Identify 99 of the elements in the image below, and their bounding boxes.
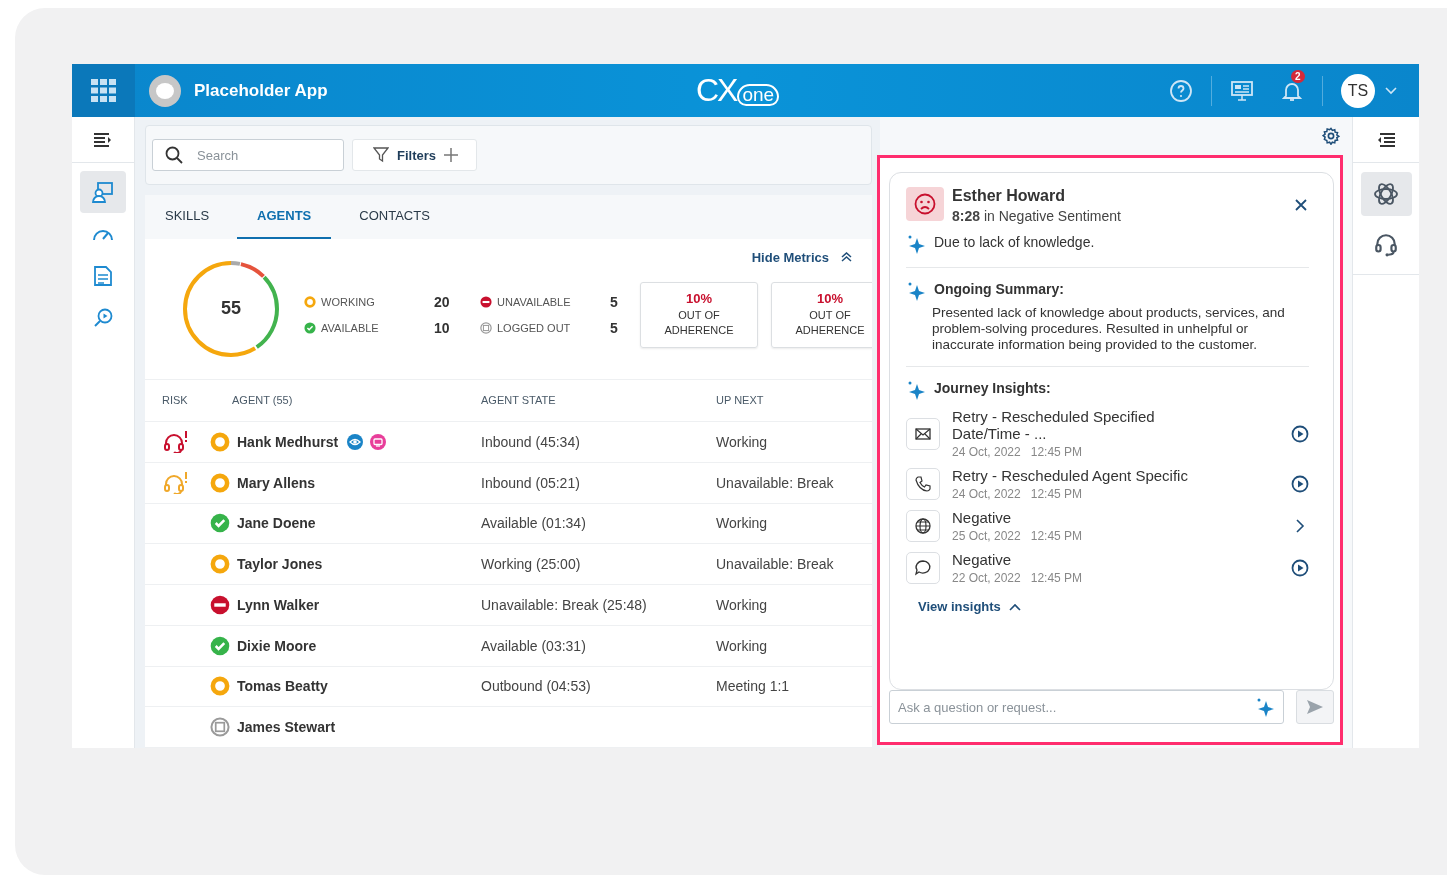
- status-label: UNAVAILABLE: [497, 295, 572, 308]
- table-cell: Working: [716, 434, 768, 450]
- table-cell: Outbound (04:53): [481, 678, 591, 695]
- sparkle-icon: [906, 281, 926, 301]
- send-button[interactable]: [1296, 690, 1334, 724]
- table-cell: Inbound (45:34): [481, 434, 580, 450]
- view-insights-button[interactable]: View insights: [918, 599, 1309, 614]
- adherence-card[interactable]: 10% OUT OF ADHERENCE: [640, 281, 758, 348]
- journey-title: Retry - Rescheduled Agent Specific: [952, 467, 1189, 484]
- app-logo-icon: [148, 73, 182, 108]
- chevron-down-icon[interactable]: [1385, 86, 1397, 95]
- status-count: 20: [434, 293, 450, 310]
- product-logo: CX one: [696, 74, 780, 106]
- status-label: LOGGED OUT: [497, 321, 572, 334]
- ai-assistant-tab[interactable]: [1360, 172, 1412, 216]
- sparkle-icon: [1255, 697, 1275, 717]
- presentation-icon[interactable]: [1230, 78, 1254, 103]
- play-icon[interactable]: [1291, 475, 1309, 493]
- sparkle-icon: [906, 380, 926, 400]
- apps-menu-button[interactable]: [72, 64, 135, 117]
- double-chevron-up-icon: [841, 252, 852, 262]
- close-button[interactable]: [1295, 199, 1307, 211]
- sparkle-icon: [906, 234, 926, 254]
- table-cell: Working: [716, 637, 768, 654]
- agent-name[interactable]: Jane Doene: [237, 515, 316, 532]
- column-header: RISK: [161, 394, 189, 407]
- status-label: AVAILABLE: [321, 321, 380, 334]
- summary-text: Presented lack of knowledge about products, services, and problem-solving procedures. Resulted in unhelpful or inaccurate information being provided to the customer.: [931, 305, 1286, 353]
- send-icon: [1306, 699, 1324, 715]
- agent-name[interactable]: Tomas Beatty: [237, 678, 328, 695]
- notification-badge: 2: [1291, 69, 1305, 83]
- headset-icon[interactable]: [1373, 232, 1399, 258]
- journey-title: Negative: [952, 551, 1013, 568]
- section-title: Ongoing Summary:: [934, 281, 1064, 297]
- help-icon[interactable]: [1169, 78, 1193, 103]
- journey-title: Negative: [952, 509, 1013, 526]
- status-count: 5: [610, 319, 618, 336]
- section-title: Journey Insights:: [934, 380, 1051, 396]
- filter-icon: [373, 147, 389, 163]
- column-header: UP NEXT: [716, 394, 765, 407]
- reason-text: Due to lack of knowledge.: [934, 234, 1095, 250]
- table-cell: Working: [716, 515, 768, 532]
- status-label: WORKING: [321, 295, 376, 308]
- tab[interactable]: AGENTS: [237, 195, 332, 239]
- close-icon: [1295, 199, 1307, 211]
- search-icon: [165, 146, 183, 164]
- agent-total: 55: [221, 298, 241, 319]
- report-icon[interactable]: [93, 265, 113, 287]
- table-cell: Meeting 1:1: [716, 678, 790, 695]
- eye-icon[interactable]: [347, 434, 364, 450]
- journey-date: 24 Oct, 2022 12:45 PM: [952, 445, 1084, 459]
- table-cell: Working (25:00): [481, 556, 581, 573]
- status-count: 5: [610, 293, 618, 310]
- sad-face-icon: [914, 193, 936, 215]
- tab[interactable]: CONTACTS: [339, 195, 450, 239]
- expand-menu-icon[interactable]: [93, 132, 113, 147]
- play-icon[interactable]: [1291, 424, 1309, 443]
- column-header: AGENT (55): [231, 394, 294, 407]
- agents-nav-item[interactable]: [80, 171, 126, 213]
- hide-metrics-button[interactable]: Hide Metrics: [745, 248, 858, 266]
- adherence-label: OUT OF ADHERENCE: [794, 308, 866, 338]
- journey-date: 25 Oct, 2022 12:45 PM: [952, 529, 1084, 543]
- filters-button[interactable]: Filters: [352, 139, 477, 171]
- adherence-percent: 10%: [686, 291, 712, 306]
- sentiment-text: 8:28 in Negative Sentiment: [952, 208, 1122, 224]
- screen-icon[interactable]: [370, 434, 387, 450]
- journey-title: Retry - Rescheduled Specified Date/Time - ...: [952, 408, 1156, 442]
- table-cell: Inbound (05:21): [481, 474, 580, 491]
- plus-icon: [444, 148, 458, 162]
- table-cell: Unavailable: Break (25:48): [481, 596, 647, 613]
- tab[interactable]: SKILLS: [145, 195, 230, 239]
- app-name: Placeholder App: [194, 80, 328, 101]
- journey-date: 22 Oct, 2022 12:45 PM: [952, 571, 1084, 585]
- table-cell: Unavailable: Break: [716, 474, 834, 491]
- settings-icon[interactable]: [1322, 127, 1340, 145]
- knot-icon: [1373, 181, 1399, 207]
- table-cell: Available (03:31): [481, 637, 586, 654]
- collapse-menu-icon[interactable]: [1376, 132, 1396, 147]
- agent-screen-icon: [92, 181, 114, 203]
- table-cell: Working: [716, 596, 768, 613]
- status-count: 10: [434, 319, 450, 336]
- chevron-up-icon: [1008, 602, 1021, 611]
- search-play-icon[interactable]: [93, 308, 113, 328]
- table-cell: Available (01:34): [481, 515, 586, 532]
- agent-name[interactable]: Taylor Jones: [237, 556, 323, 573]
- column-header: AGENT STATE: [481, 394, 557, 407]
- journey-date: 24 Oct, 2022 12:45 PM: [952, 487, 1084, 501]
- agent-name[interactable]: Mary Allens: [237, 474, 316, 491]
- agent-name[interactable]: Hank Medhurst: [237, 434, 339, 450]
- play-icon[interactable]: [1291, 559, 1309, 577]
- agent-name[interactable]: Dixie Moore: [237, 637, 317, 654]
- apps-grid-icon: [90, 78, 117, 103]
- agent-name[interactable]: Lynn Walker: [237, 596, 320, 613]
- adherence-label: OUT OF ADHERENCE: [663, 308, 735, 338]
- table-cell: Unavailable: Break: [716, 556, 834, 573]
- customer-name: Esther Howard: [952, 187, 1066, 205]
- adherence-percent: 10%: [817, 291, 843, 306]
- agent-name[interactable]: James Stewart: [237, 719, 336, 736]
- user-avatar[interactable]: TS: [1341, 73, 1375, 108]
